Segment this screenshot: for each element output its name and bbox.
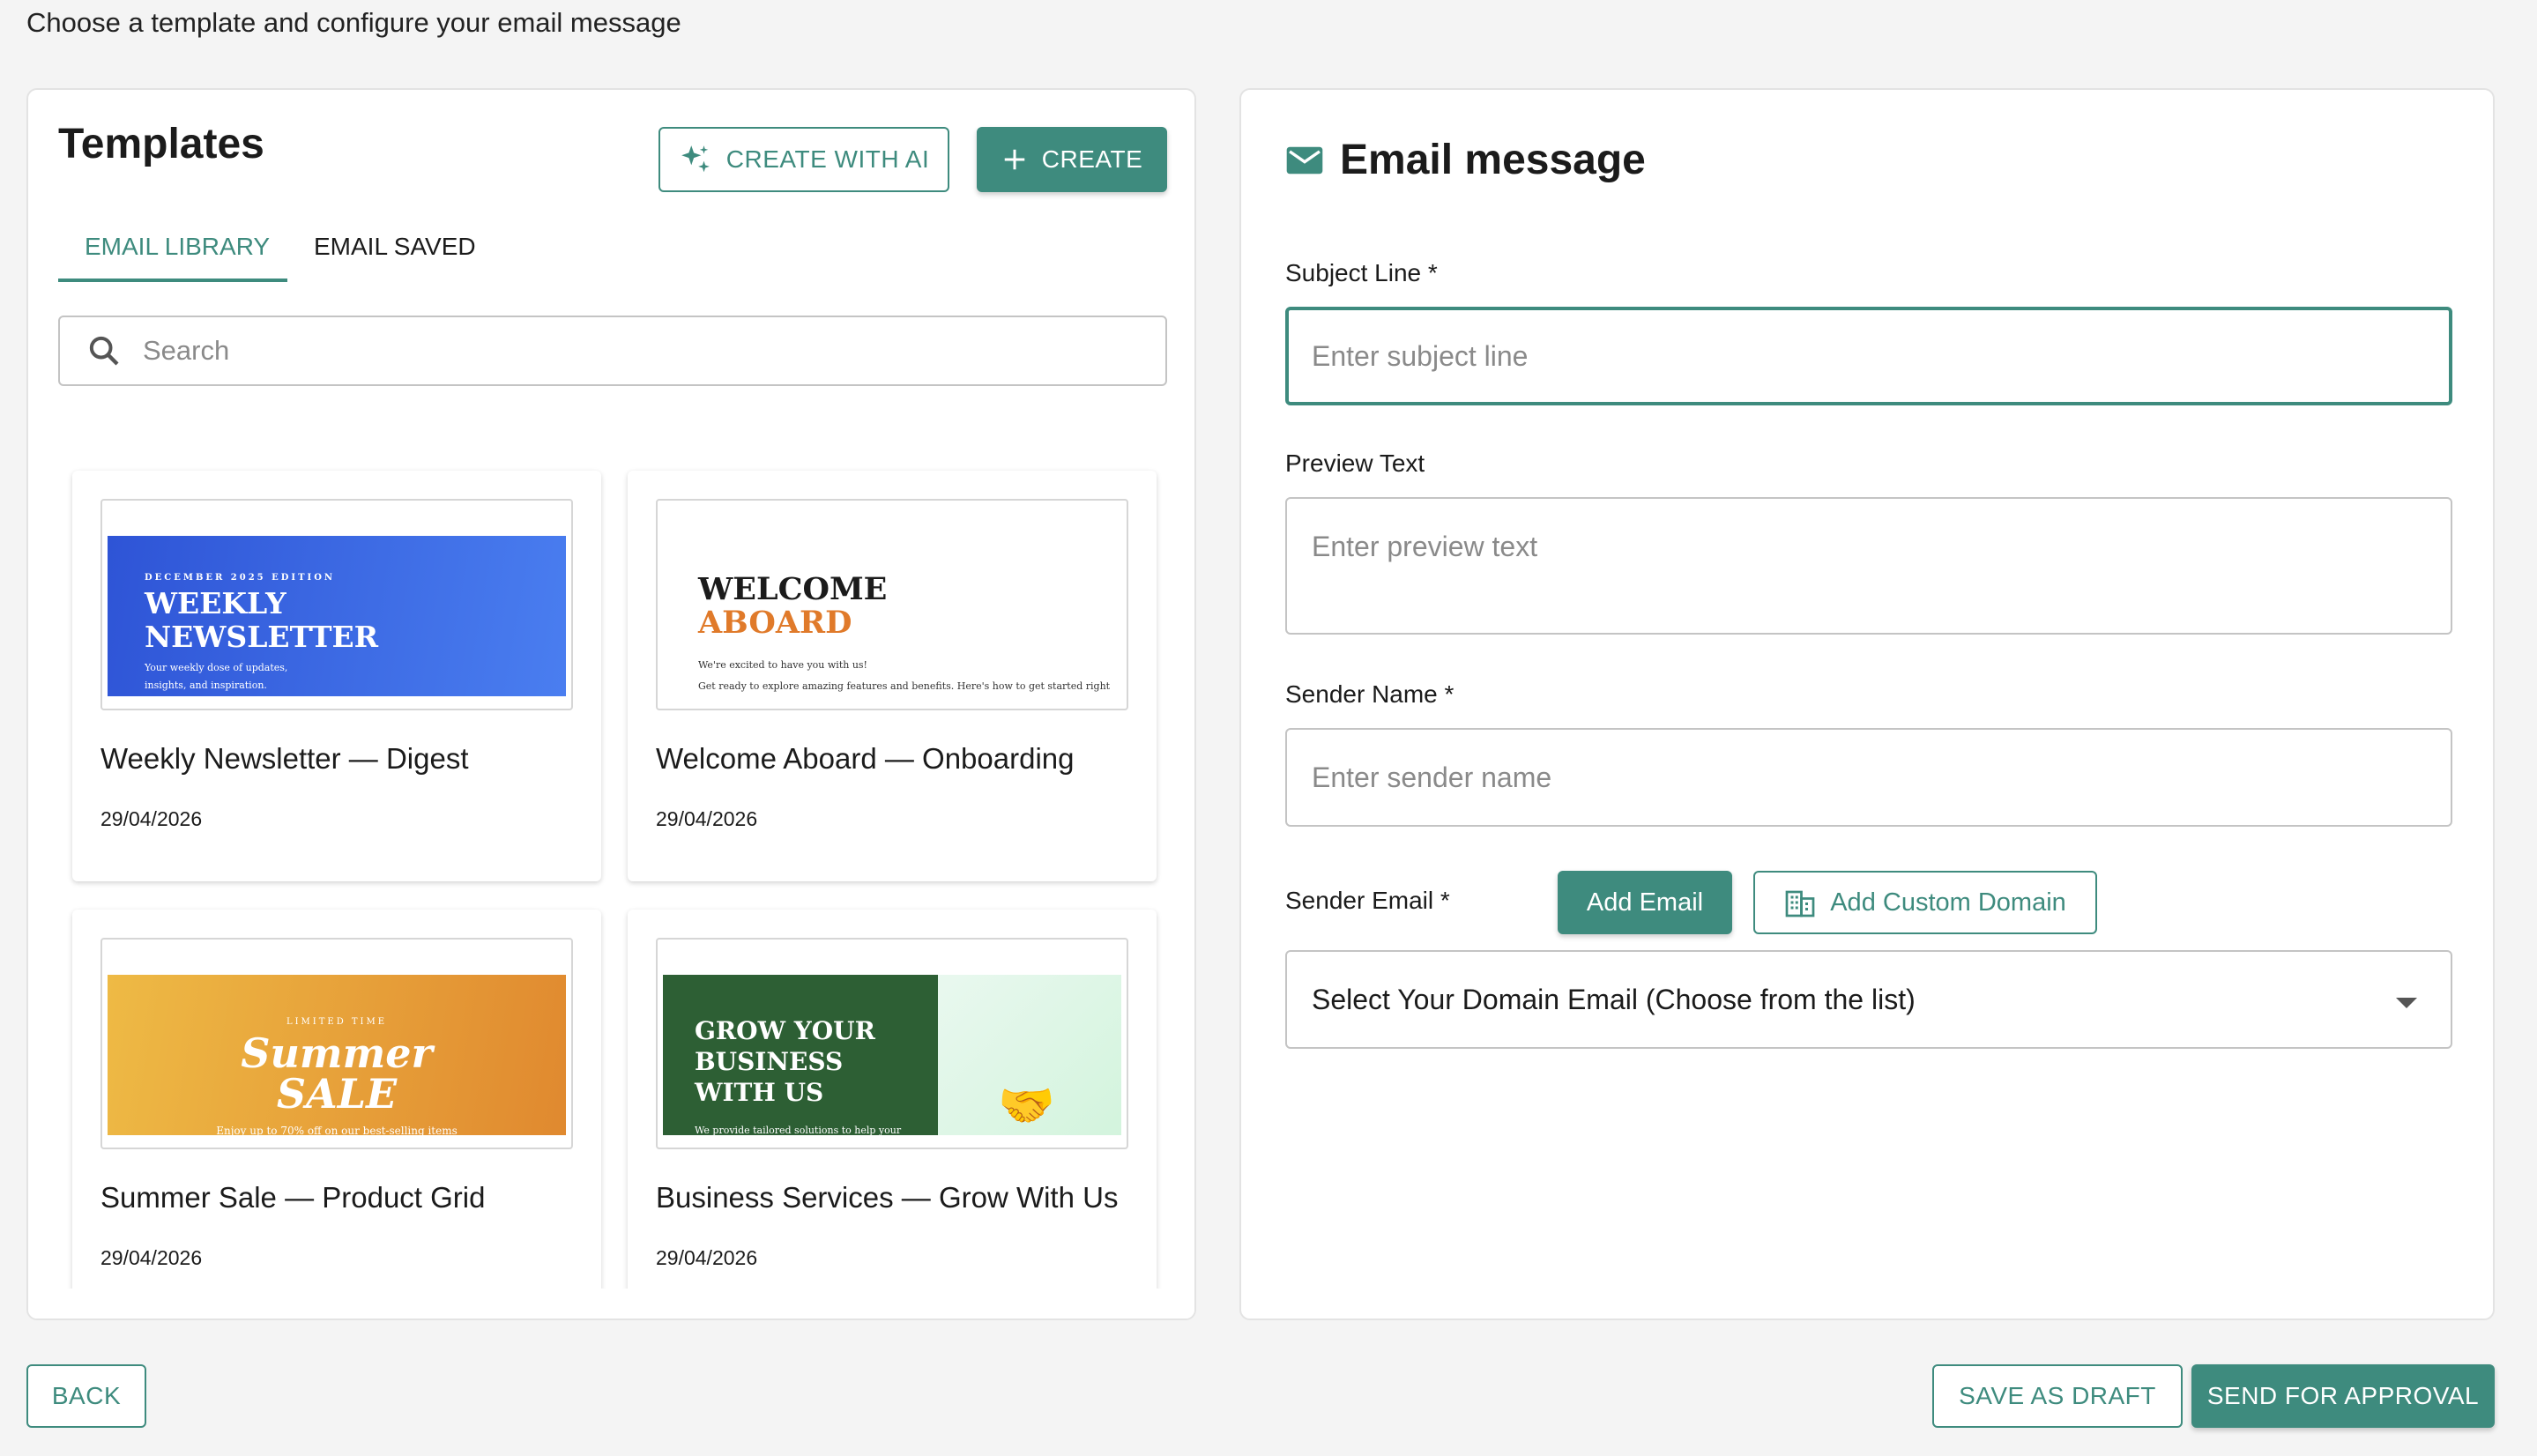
templates-title: Templates bbox=[58, 121, 264, 167]
templates-panel: Templates CREATE WITH AI CREATE EMAIL LI… bbox=[26, 88, 1196, 1320]
card-date: 29/04/2026 bbox=[656, 807, 758, 830]
email-message-header: Email message bbox=[1285, 136, 1646, 184]
search-input[interactable] bbox=[143, 335, 1112, 367]
card-title: Welcome Aboard — Onboarding bbox=[656, 742, 1075, 775]
thumb-subtext: Enjoy up to 70% off on our best-selling … bbox=[216, 1125, 458, 1135]
template-card-weekly-newsletter[interactable]: DECEMBER 2025 EDITION WEEKLY NEWSLETTER … bbox=[72, 471, 601, 881]
business-banner: GROW YOUR BUSINESS WITH US We provide ta… bbox=[663, 975, 938, 1135]
subject-label: Subject Line * bbox=[1285, 259, 1438, 286]
building-icon bbox=[1784, 888, 1816, 917]
domain-email-select[interactable]: Select Your Domain Email (Choose from th… bbox=[1285, 950, 2452, 1049]
email-message-panel: Email message Subject Line * Preview Tex… bbox=[1239, 88, 2495, 1320]
sender-name-input[interactable] bbox=[1312, 761, 2405, 794]
business-banner-image: 🤝 bbox=[938, 975, 1121, 1135]
preview-textarea[interactable]: Enter preview text bbox=[1312, 531, 1537, 563]
tab-email-library[interactable]: EMAIL LIBRARY bbox=[58, 229, 287, 282]
newsletter-banner: DECEMBER 2025 EDITION WEEKLY NEWSLETTER … bbox=[108, 536, 566, 696]
template-card-welcome-aboard[interactable]: WELCOME ABOARD We're excited to have you… bbox=[628, 471, 1157, 881]
thumb-subtext: We're excited to have you with us! bbox=[698, 659, 867, 671]
card-title: Summer Sale — Product Grid bbox=[100, 1181, 486, 1214]
template-thumbnail: LIMITED TIME Summer SALE Enjoy up to 70%… bbox=[100, 938, 573, 1149]
sender-email-label: Sender Email * bbox=[1285, 887, 1450, 914]
chevron-down-icon bbox=[2396, 998, 2417, 1008]
sale-banner: LIMITED TIME Summer SALE Enjoy up to 70%… bbox=[108, 975, 566, 1135]
template-thumbnail: DECEMBER 2025 EDITION WEEKLY NEWSLETTER … bbox=[100, 499, 573, 710]
thumb-subtext: We provide tailored solutions to help yo… bbox=[695, 1125, 902, 1135]
card-title: Weekly Newsletter — Digest bbox=[100, 742, 469, 775]
add-email-button[interactable]: Add Email bbox=[1558, 871, 1732, 934]
create-button[interactable]: CREATE bbox=[977, 127, 1167, 192]
thumb-heading: WELCOME bbox=[698, 571, 888, 607]
domain-email-select-value: Select Your Domain Email (Choose from th… bbox=[1312, 983, 1916, 1015]
thumb-heading: SALE bbox=[276, 1070, 398, 1118]
send-for-approval-button[interactable]: SEND FOR APPROVAL bbox=[2191, 1364, 2495, 1428]
card-title: Business Services — Grow With Us bbox=[656, 1181, 1119, 1214]
add-custom-domain-button[interactable]: Add Custom Domain bbox=[1753, 871, 2097, 934]
template-card-business-services[interactable]: GROW YOUR BUSINESS WITH US We provide ta… bbox=[628, 910, 1157, 1319]
search-icon bbox=[86, 333, 122, 368]
subject-input[interactable] bbox=[1312, 339, 2405, 373]
thumb-tag: LIMITED TIME bbox=[286, 1017, 388, 1027]
add-custom-domain-label: Add Custom Domain bbox=[1830, 888, 2066, 917]
save-as-draft-button[interactable]: SAVE AS DRAFT bbox=[1932, 1364, 2183, 1428]
preview-label: Preview Text bbox=[1285, 449, 1425, 477]
card-date: 29/04/2026 bbox=[100, 807, 203, 830]
sender-name-field bbox=[1285, 728, 2452, 827]
thumb-heading: WEEKLY NEWSLETTER bbox=[145, 586, 379, 654]
create-with-ai-label: CREATE WITH AI bbox=[725, 145, 930, 173]
thumb-heading-accent: ABOARD bbox=[698, 605, 852, 641]
list-clip bbox=[28, 1289, 1194, 1319]
email-message-title: Email message bbox=[1340, 137, 1646, 183]
template-card-summer-sale[interactable]: LIMITED TIME Summer SALE Enjoy up to 70%… bbox=[72, 910, 601, 1319]
tab-email-saved[interactable]: EMAIL SAVED bbox=[314, 229, 476, 282]
thumb-subtext: Get ready to explore amazing features an… bbox=[698, 680, 1111, 692]
create-label: CREATE bbox=[1041, 145, 1143, 173]
sparkle-icon bbox=[679, 143, 712, 176]
back-button[interactable]: BACK bbox=[26, 1364, 146, 1428]
preview-field: Enter preview text bbox=[1285, 497, 2452, 635]
create-with-ai-button[interactable]: CREATE WITH AI bbox=[658, 127, 949, 192]
thumb-edition: DECEMBER 2025 EDITION bbox=[145, 573, 336, 583]
sender-name-label: Sender Name * bbox=[1285, 680, 1454, 708]
thumb-heading: GROW YOUR BUSINESS WITH US bbox=[695, 1016, 875, 1107]
search-box bbox=[58, 316, 1167, 386]
envelope-icon bbox=[1285, 145, 1324, 175]
page-subtitle: Choose a template and configure your ema… bbox=[26, 7, 681, 38]
template-thumbnail: WELCOME ABOARD We're excited to have you… bbox=[656, 499, 1128, 710]
plus-icon bbox=[1001, 146, 1028, 173]
handshake-icon: 🤝 bbox=[998, 1081, 1055, 1132]
thumb-subtext: Your weekly dose of updates, insights, a… bbox=[145, 662, 288, 691]
subject-field bbox=[1285, 307, 2452, 405]
card-date: 29/04/2026 bbox=[656, 1246, 758, 1269]
template-thumbnail: GROW YOUR BUSINESS WITH US We provide ta… bbox=[656, 938, 1128, 1149]
card-date: 29/04/2026 bbox=[100, 1246, 203, 1269]
